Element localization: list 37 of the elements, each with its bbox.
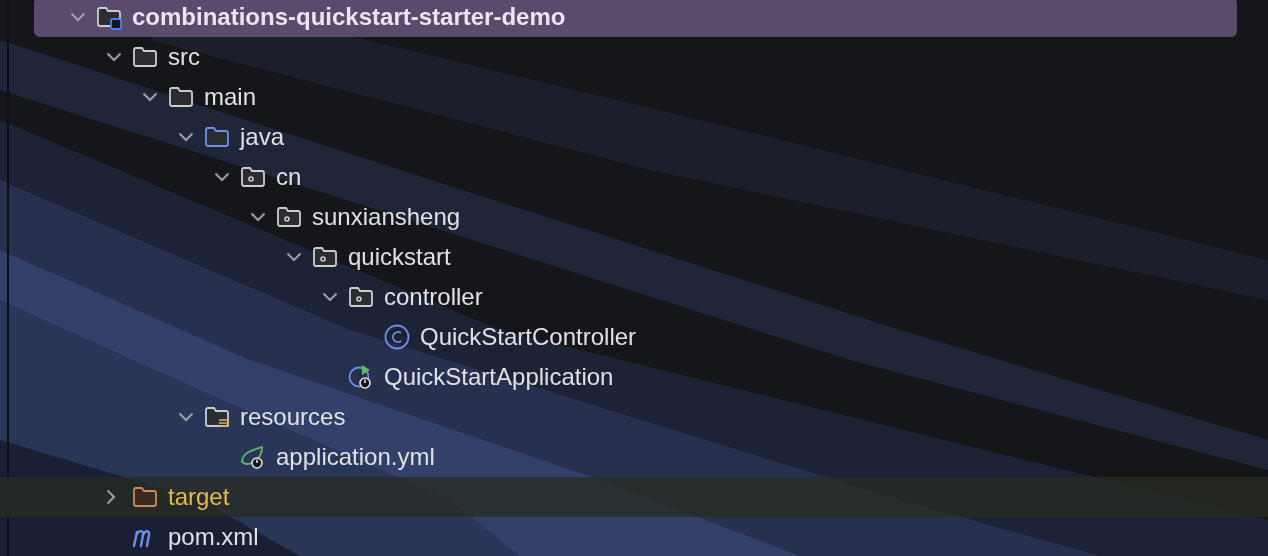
- tree-item[interactable]: resources: [0, 397, 1268, 437]
- tree-item[interactable]: combinations-quickstart-starter-demo: [34, 0, 1237, 37]
- spring-class-icon: [348, 364, 374, 390]
- chevron-down-icon[interactable]: [178, 412, 194, 422]
- tree-item[interactable]: application.yml: [0, 437, 1268, 477]
- chevron-down-icon[interactable]: [322, 292, 338, 302]
- class-icon: [384, 324, 410, 350]
- tree-item[interactable]: cn: [0, 157, 1268, 197]
- package-folder-icon: [276, 204, 302, 230]
- tree-item[interactable]: quickstart: [0, 237, 1268, 277]
- chevron-down-icon[interactable]: [250, 212, 266, 222]
- chevron-down-icon[interactable]: [178, 132, 194, 142]
- tree-item[interactable]: main: [0, 77, 1268, 117]
- tree-item[interactable]: src: [0, 37, 1268, 77]
- tree-item[interactable]: java: [0, 117, 1268, 157]
- package-folder-icon: [240, 164, 266, 190]
- chevron-down-icon[interactable]: [70, 12, 86, 22]
- tree-item[interactable]: QuickStartController: [0, 317, 1268, 357]
- chevron-down-icon[interactable]: [106, 52, 122, 62]
- folder-icon: [132, 484, 158, 510]
- chevron-down-icon[interactable]: [286, 252, 302, 262]
- tree-item[interactable]: controller: [0, 277, 1268, 317]
- chevron-down-icon[interactable]: [214, 172, 230, 182]
- module-folder-icon: [96, 4, 122, 30]
- tree-item[interactable]: sunxiansheng: [0, 197, 1268, 237]
- tree-item[interactable]: pom.xml: [0, 517, 1268, 556]
- leaf-icon: [240, 444, 266, 470]
- chevron-right-icon[interactable]: [106, 489, 116, 505]
- folder-icon: [168, 84, 194, 110]
- folder-icon: [204, 124, 230, 150]
- folder-icon: [132, 44, 158, 70]
- package-folder-icon: [348, 284, 374, 310]
- tree-item[interactable]: target: [0, 477, 1268, 517]
- resources-folder-icon: [204, 404, 230, 430]
- chevron-down-icon[interactable]: [142, 92, 158, 102]
- tree-item[interactable]: QuickStartApplication: [0, 357, 1268, 397]
- package-folder-icon: [312, 244, 338, 270]
